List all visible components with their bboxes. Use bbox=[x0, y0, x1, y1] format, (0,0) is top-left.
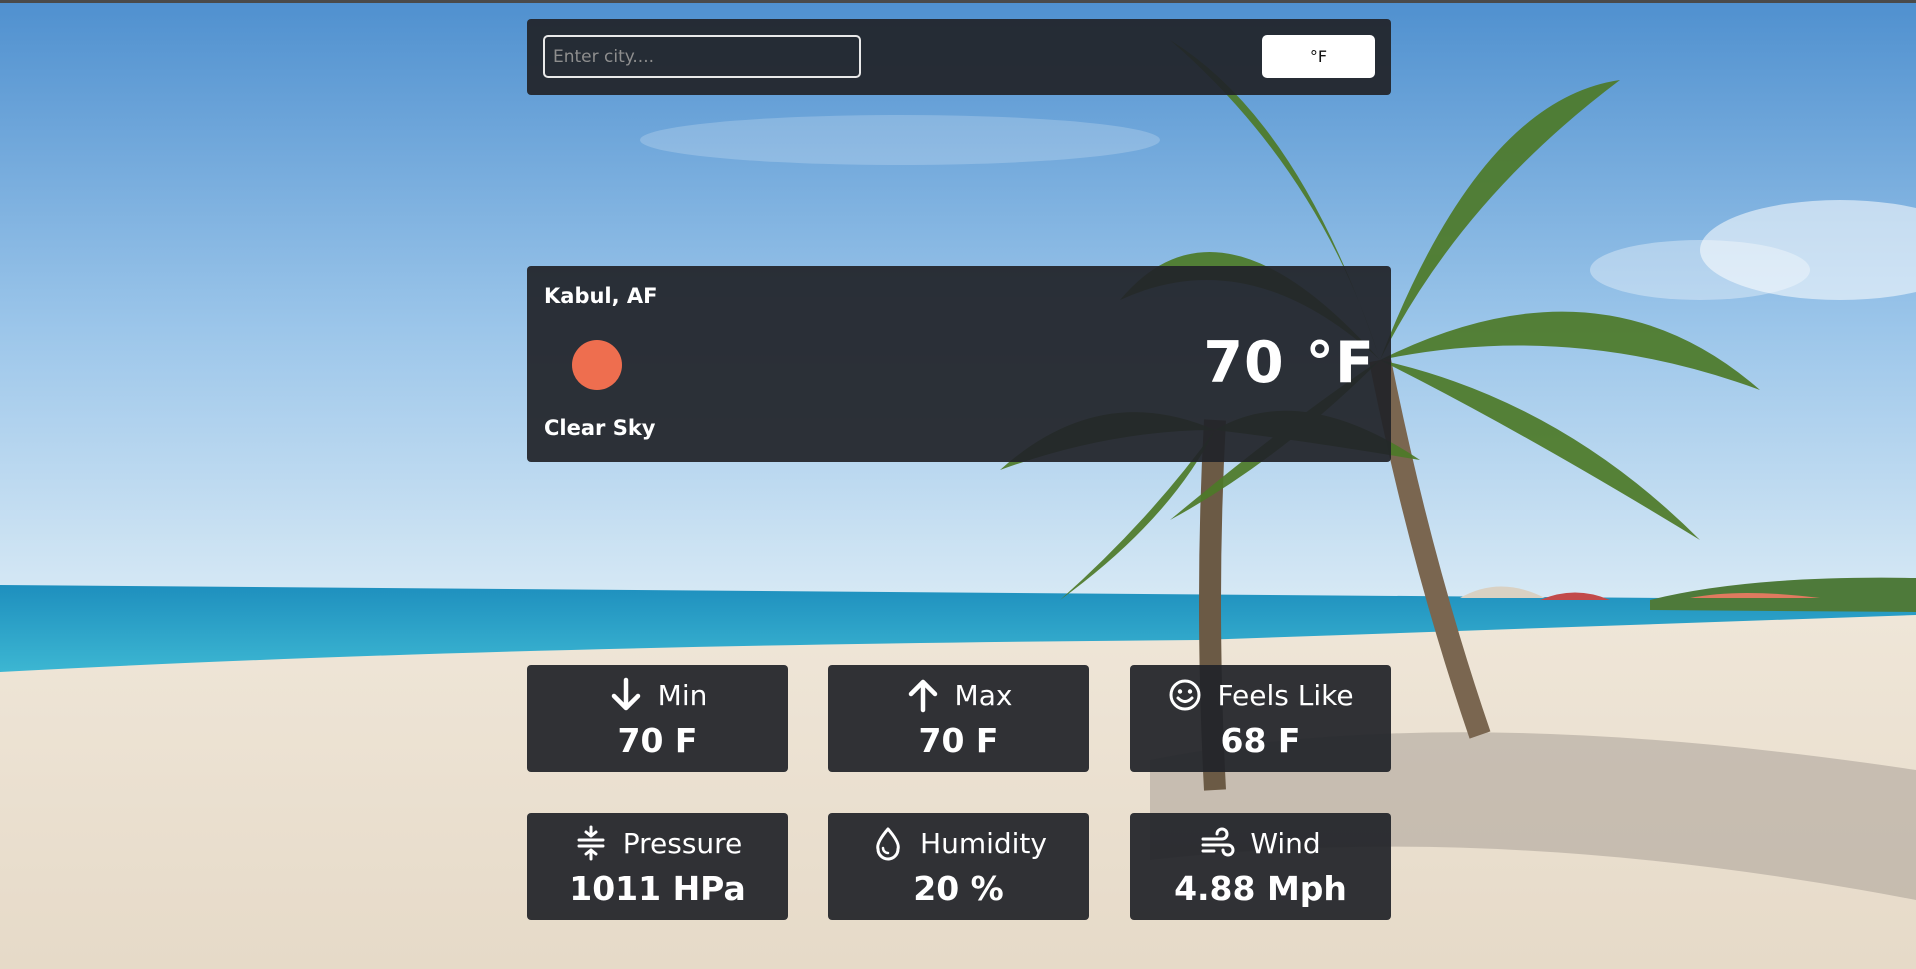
stat-value: 1011 HPa bbox=[569, 869, 746, 908]
stat-value: 4.88 Mph bbox=[1174, 869, 1347, 908]
sun-icon bbox=[572, 340, 622, 390]
stat-value: 68 F bbox=[1220, 721, 1301, 760]
current-weather-card: Kabul, AF Clear Sky 70 °F bbox=[527, 266, 1391, 462]
stat-value: 70 F bbox=[617, 721, 698, 760]
city-name: Kabul, AF bbox=[544, 284, 658, 308]
unit-toggle-button[interactable]: °F bbox=[1262, 35, 1375, 78]
smile-icon bbox=[1169, 679, 1201, 711]
window-top-border bbox=[0, 0, 1916, 3]
stat-label: Max bbox=[954, 678, 1013, 712]
stat-card-min: Min 70 F bbox=[527, 665, 788, 772]
search-bar: °F bbox=[527, 19, 1391, 95]
stat-card-wind: Wind 4.88 Mph bbox=[1130, 813, 1391, 920]
stat-card-feels-like: Feels Like 68 F bbox=[1130, 665, 1391, 772]
weather-condition: Clear Sky bbox=[544, 416, 656, 440]
current-temperature: 70 °F bbox=[1203, 330, 1375, 396]
stat-card-max: Max 70 F bbox=[828, 665, 1089, 772]
stat-card-pressure: Pressure 1011 HPa bbox=[527, 813, 788, 920]
arrow-down-icon bbox=[611, 677, 640, 711]
stat-value: 70 F bbox=[918, 721, 999, 760]
stat-label: Min bbox=[657, 678, 708, 712]
droplet-icon bbox=[876, 827, 900, 861]
stat-label: Feels Like bbox=[1217, 678, 1354, 712]
stat-label: Humidity bbox=[920, 826, 1047, 860]
city-search-input[interactable] bbox=[543, 35, 861, 78]
stat-card-humidity: Humidity 20 % bbox=[828, 813, 1089, 920]
arrow-up-icon bbox=[908, 679, 937, 713]
stat-value: 20 % bbox=[913, 869, 1004, 908]
wind-icon bbox=[1201, 827, 1235, 857]
stat-label: Wind bbox=[1250, 826, 1321, 860]
stat-label: Pressure bbox=[622, 826, 743, 860]
compress-icon bbox=[577, 825, 605, 861]
